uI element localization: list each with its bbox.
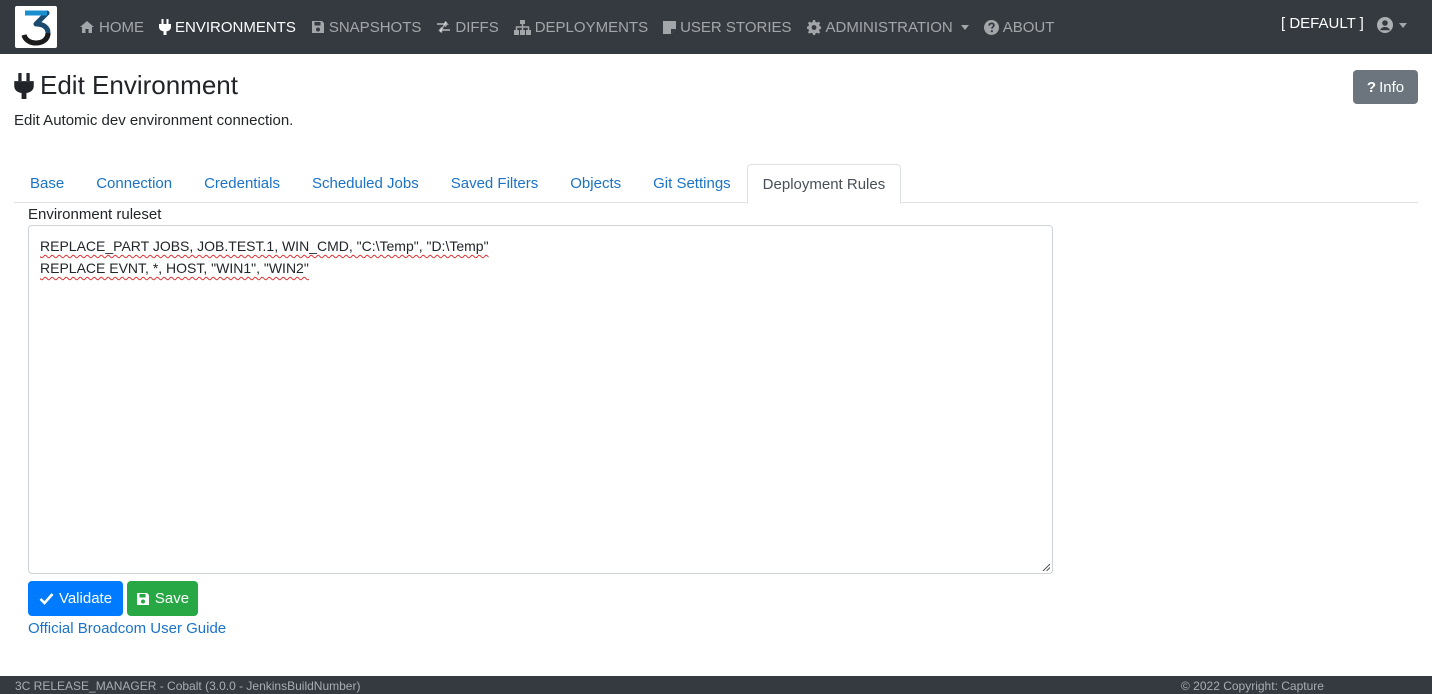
nav-deployments[interactable]: DEPLOYMENTS [513, 0, 649, 54]
chevron-down-icon [960, 24, 969, 30]
validate-button-label: Validate [58, 590, 113, 607]
check-icon [39, 593, 54, 605]
nav-about-label: ABOUT [1002, 18, 1055, 36]
nav-user-stories[interactable]: USER STORIES [663, 0, 792, 54]
plug-icon [159, 19, 171, 35]
top-navbar: HOME ENVIRONMENTS SNAPSHOTS DIFFS DEPLOY… [0, 0, 1432, 54]
tab-base[interactable]: Base [14, 164, 80, 203]
chevron-down-icon [1399, 22, 1407, 28]
nav-administration[interactable]: ADMINISTRATION [806, 0, 969, 54]
logo-icon [21, 10, 51, 46]
tab-deployment-rules[interactable]: Deployment Rules [746, 164, 902, 204]
nav-environments[interactable]: ENVIRONMENTS [159, 0, 296, 54]
tab-credentials[interactable]: Credentials [188, 164, 296, 203]
environment-tabs: Base Connection Credentials Scheduled Jo… [14, 164, 1418, 204]
tab-connection[interactable]: Connection [80, 164, 188, 203]
sticky-note-icon [663, 20, 677, 34]
nav-home-label: HOME [99, 18, 144, 36]
footer-version: 3C RELEASE_MANAGER - Cobalt (3.0.0 - Jen… [15, 679, 361, 693]
plug-icon [14, 72, 34, 99]
nav-about[interactable]: ABOUT [983, 0, 1055, 54]
nav-environments-label: ENVIRONMENTS [175, 18, 296, 36]
validate-button[interactable]: Validate [28, 581, 123, 616]
user-guide-link[interactable]: Official Broadcom User Guide [28, 620, 226, 637]
nav-snapshots[interactable]: SNAPSHOTS [311, 0, 422, 54]
ruleset-line: REPLACE_PART JOBS, JOB.TEST.1, WIN_CMD, … [40, 238, 489, 254]
user-menu[interactable] [1377, 17, 1407, 33]
page-subtitle: Edit Automic dev environment connection. [14, 112, 294, 129]
nav-diffs[interactable]: DIFFS [436, 0, 499, 54]
tab-saved-filters[interactable]: Saved Filters [435, 164, 555, 203]
exchange-icon [437, 20, 451, 34]
floppy-icon [311, 21, 324, 33]
nav-diffs-label: DIFFS [455, 18, 499, 36]
info-button[interactable]: ? Info [1353, 70, 1418, 104]
nav-user-stories-label: USER STORIES [680, 18, 792, 36]
floppy-icon [136, 592, 149, 605]
tab-scheduled-jobs[interactable]: Scheduled Jobs [296, 164, 435, 203]
sitemap-icon [513, 19, 531, 35]
page-title: Edit Environment [14, 70, 238, 101]
tab-objects[interactable]: Objects [554, 164, 637, 203]
resize-handle-icon[interactable] [1042, 563, 1050, 571]
nav-administration-label: ADMINISTRATION [825, 18, 953, 36]
info-button-label: Info [1379, 78, 1405, 96]
page-title-text: Edit Environment [40, 70, 238, 100]
nav-snapshots-label: SNAPSHOTS [328, 18, 422, 36]
nav-home[interactable]: HOME [79, 0, 144, 54]
ruleset-textarea[interactable]: REPLACE_PART JOBS, JOB.TEST.1, WIN_CMD, … [28, 225, 1053, 574]
app-logo[interactable] [15, 6, 57, 48]
home-icon [80, 21, 94, 33]
ruleset-line: REPLACE EVNT, *, HOST, "WIN1", "WIN2" [40, 260, 309, 276]
question-icon: ? [1366, 78, 1377, 96]
save-button[interactable]: Save [127, 581, 198, 616]
footer-copyright: © 2022 Copyright: Capture [1181, 679, 1324, 693]
save-button-label: Save [154, 590, 190, 607]
user-circle-icon [1377, 17, 1393, 33]
question-circle-icon [983, 19, 999, 35]
footer: 3C RELEASE_MANAGER - Cobalt (3.0.0 - Jen… [0, 676, 1432, 694]
tab-git-settings[interactable]: Git Settings [637, 164, 747, 203]
gear-icon [806, 19, 821, 35]
main-nav: HOME ENVIRONMENTS SNAPSHOTS DIFFS DEPLOY… [79, 0, 1069, 54]
ruleset-label: Environment ruleset [28, 206, 162, 223]
environment-selector[interactable]: [ DEFAULT ] [1281, 15, 1364, 32]
nav-deployments-label: DEPLOYMENTS [534, 18, 649, 36]
